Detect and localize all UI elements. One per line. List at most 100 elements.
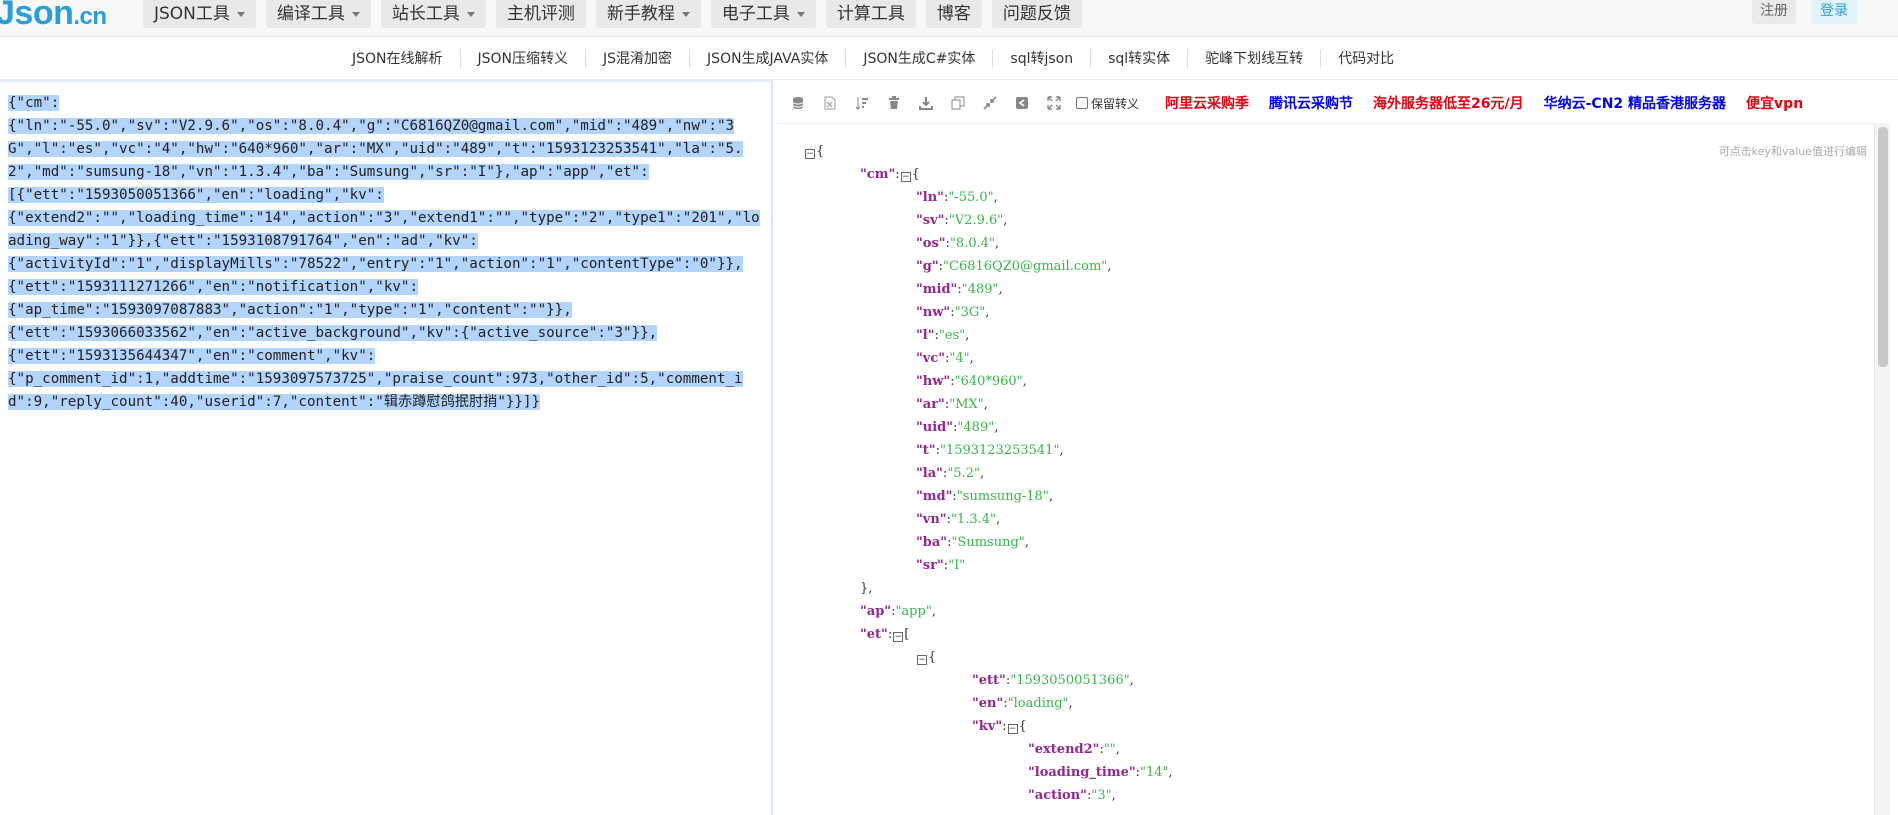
- json-value[interactable]: "app": [895, 604, 931, 619]
- menu-item-2[interactable]: 站长工具: [380, 0, 486, 28]
- viewer-scrollbar[interactable]: [1874, 123, 1890, 815]
- json-value[interactable]: "1593123253541": [940, 443, 1059, 458]
- json-value[interactable]: "es": [939, 328, 965, 343]
- json-value[interactable]: "14": [1140, 765, 1169, 780]
- subnav-link-5[interactable]: sql转json: [993, 50, 1092, 68]
- json-value[interactable]: "489": [957, 420, 994, 435]
- trash-icon[interactable]: [886, 95, 902, 111]
- json-value[interactable]: "": [1104, 742, 1116, 757]
- json-input-text[interactable]: {"cm": {"ln":"-55.0","sv":"V2.9.6","os":…: [8, 92, 766, 414]
- ad-link-0[interactable]: 阿里云采购季: [1165, 93, 1249, 113]
- expand-icon[interactable]: [1046, 95, 1062, 111]
- json-key[interactable]: "t": [916, 443, 936, 458]
- site-logo[interactable]: Json.cn: [0, 0, 107, 33]
- json-value[interactable]: "-55.0": [948, 190, 993, 205]
- subnav-link-2[interactable]: JS混淆加密: [586, 50, 691, 68]
- ad-link-3[interactable]: 华纳云-CN2 精品香港服务器: [1544, 93, 1726, 113]
- scrollbar-thumb[interactable]: [1878, 127, 1888, 367]
- collapse-toggle-icon[interactable]: −: [900, 172, 911, 182]
- json-key[interactable]: "nw": [916, 305, 950, 320]
- json-value[interactable]: "640*960": [955, 374, 1023, 389]
- database-icon[interactable]: [790, 95, 806, 111]
- subnav-link-6[interactable]: sql转实体: [1091, 50, 1189, 68]
- download-icon[interactable]: [918, 95, 934, 111]
- json-key[interactable]: "loading_time": [1028, 765, 1136, 780]
- json-value[interactable]: "Sumsung": [951, 535, 1024, 550]
- menu-item-6[interactable]: 计算工具: [825, 0, 916, 28]
- json-value[interactable]: "I": [948, 558, 965, 573]
- json-value[interactable]: "489": [962, 282, 999, 297]
- json-value[interactable]: "V2.9.6": [949, 213, 1003, 228]
- menu-item-7[interactable]: 博客: [925, 0, 982, 28]
- collapse-toggle-icon[interactable]: −: [1007, 724, 1018, 734]
- subnav-link-3[interactable]: JSON生成JAVA实体: [690, 50, 847, 68]
- json-value[interactable]: "C6816QZ0@gmail.com": [943, 259, 1107, 274]
- collapse-toggle-icon[interactable]: −: [917, 655, 927, 665]
- subnav-link-0[interactable]: JSON在线解析: [335, 50, 461, 68]
- menu-item-0[interactable]: JSON工具: [143, 0, 256, 28]
- ad-link-2[interactable]: 海外服务器低至26元/月: [1373, 93, 1524, 113]
- json-key[interactable]: "et": [860, 627, 888, 642]
- json-key[interactable]: "mid": [916, 282, 957, 297]
- json-value[interactable]: "8.0.4": [950, 236, 995, 251]
- ad-link-1[interactable]: 腾讯云采购节: [1269, 93, 1353, 113]
- subnav-link-8[interactable]: 代码对比: [1321, 50, 1411, 68]
- json-key[interactable]: "ap": [860, 604, 891, 619]
- json-key[interactable]: "ln": [916, 190, 944, 205]
- json-key[interactable]: "md": [916, 489, 952, 504]
- register-button[interactable]: 注册: [1752, 0, 1796, 24]
- menu-item-1[interactable]: 编译工具: [265, 0, 371, 28]
- json-value[interactable]: "1593050051366": [1010, 673, 1129, 688]
- menu-item-8[interactable]: 问题反馈: [991, 0, 1082, 28]
- json-key[interactable]: "action": [1028, 788, 1087, 803]
- menu-item-5[interactable]: 电子工具: [710, 0, 816, 28]
- checkbox-box[interactable]: [1076, 97, 1088, 109]
- collapse-toggle-icon[interactable]: −: [893, 632, 904, 642]
- json-punctuation: ,: [931, 604, 936, 619]
- json-value[interactable]: "3": [1091, 788, 1111, 803]
- json-key[interactable]: "sr": [916, 558, 944, 573]
- escape-icon[interactable]: [1014, 95, 1030, 111]
- json-value[interactable]: "5.2": [947, 466, 980, 481]
- json-value[interactable]: "sumsung-18": [957, 489, 1049, 504]
- ad-link-4[interactable]: 便宜vpn: [1746, 93, 1803, 113]
- json-value[interactable]: "MX": [949, 397, 984, 412]
- login-button[interactable]: 登录: [1811, 0, 1857, 24]
- subnav-link-7[interactable]: 驼峰下划线互转: [1188, 50, 1322, 68]
- menu-item-3[interactable]: 主机评测: [495, 0, 586, 28]
- json-key[interactable]: "en": [972, 696, 1003, 711]
- sort-icon[interactable]: [854, 95, 870, 111]
- json-key[interactable]: "os": [916, 236, 946, 251]
- json-key[interactable]: "extend2": [1028, 742, 1099, 757]
- copy-icon[interactable]: [950, 95, 966, 111]
- json-value[interactable]: "1.3.4": [951, 512, 996, 527]
- json-key[interactable]: "ar": [916, 397, 945, 412]
- json-key[interactable]: "vc": [916, 351, 945, 366]
- json-tree-row: "sr":"I": [916, 558, 965, 574]
- subnav-link-1[interactable]: JSON压缩转义: [461, 50, 587, 68]
- json-key[interactable]: "vn": [916, 512, 947, 527]
- json-value[interactable]: "4": [949, 351, 969, 366]
- json-key[interactable]: "hw": [916, 374, 950, 389]
- json-key[interactable]: "la": [916, 466, 943, 481]
- json-tree-row: "hw":"640*960",: [916, 374, 1027, 390]
- compress-icon[interactable]: [982, 95, 998, 111]
- json-key[interactable]: "cm": [860, 167, 895, 182]
- json-key[interactable]: "ett": [972, 673, 1006, 688]
- json-key[interactable]: "uid": [916, 420, 953, 435]
- subnav-link-4[interactable]: JSON生成C#实体: [846, 50, 994, 68]
- json-tree-row: "ap":"app",: [860, 604, 936, 620]
- json-value[interactable]: "loading": [1008, 696, 1069, 711]
- json-input-editor[interactable]: {"cm": {"ln":"-55.0","sv":"V2.9.6","os":…: [0, 80, 773, 815]
- json-key[interactable]: "sv": [916, 213, 944, 228]
- collapse-toggle-icon[interactable]: −: [805, 149, 815, 159]
- json-key[interactable]: "kv": [972, 719, 1002, 734]
- keep-escape-checkbox[interactable]: 保留转义: [1076, 95, 1139, 112]
- json-key[interactable]: "l": [916, 328, 934, 343]
- json-punctuation: [: [904, 627, 910, 642]
- json-value[interactable]: "3G": [955, 305, 986, 320]
- json-key[interactable]: "ba": [916, 535, 947, 550]
- json-key[interactable]: "g": [916, 259, 939, 274]
- excel-icon[interactable]: [822, 95, 838, 111]
- menu-item-4[interactable]: 新手教程: [595, 0, 701, 28]
